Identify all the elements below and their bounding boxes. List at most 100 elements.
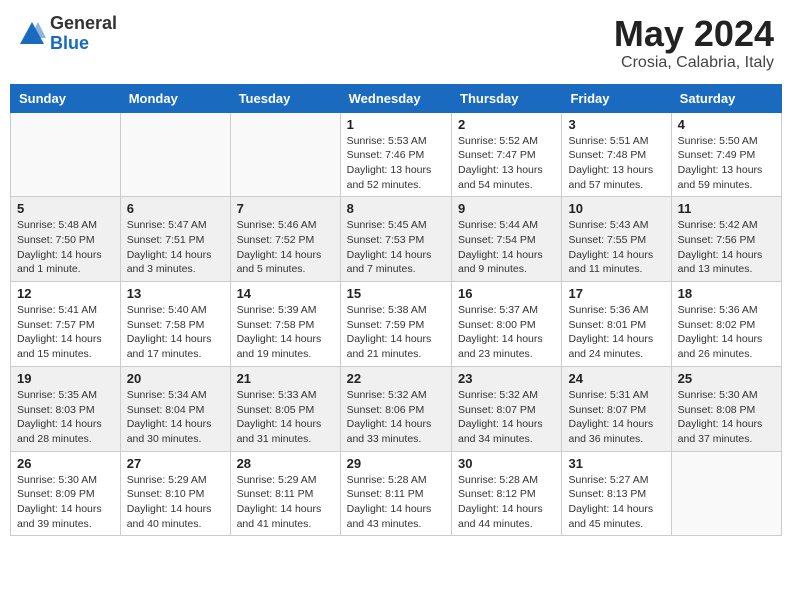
calendar-week-5: 26 Sunrise: 5:30 AMSunset: 8:09 PMDayligh… [11, 451, 782, 536]
calendar-cell: 26 Sunrise: 5:30 AMSunset: 8:09 PMDayligh… [11, 451, 121, 536]
location-subtitle: Crosia, Calabria, Italy [614, 54, 774, 72]
day-number: 18 [678, 286, 775, 301]
logo-text: General Blue [50, 14, 117, 54]
calendar-cell [671, 451, 781, 536]
header-day-friday: Friday [562, 84, 671, 112]
calendar-cell: 10 Sunrise: 5:43 AMSunset: 7:55 PMDayligh… [562, 197, 671, 282]
logo-blue-text: Blue [50, 34, 117, 54]
day-info: Sunrise: 5:48 AMSunset: 7:50 PMDaylight:… [17, 218, 114, 277]
header-day-thursday: Thursday [452, 84, 562, 112]
day-info: Sunrise: 5:32 AMSunset: 8:07 PMDaylight:… [458, 388, 555, 447]
calendar-cell: 28Sunrise: 5:29 AMSunset: 8:11 PMDayligh… [230, 451, 340, 536]
calendar-cell: 31 Sunrise: 5:27 AMSunset: 8:13 PMDayligh… [562, 451, 671, 536]
day-number: 26 [17, 456, 114, 471]
day-number: 8 [347, 201, 445, 216]
logo-general-text: General [50, 14, 117, 34]
day-number: 30 [458, 456, 555, 471]
day-number: 25 [678, 371, 775, 386]
day-info: Sunrise: 5:52 AMSunset: 7:47 PMDaylight:… [458, 134, 555, 193]
month-title: May 2024 [614, 14, 774, 54]
day-number: 20 [127, 371, 224, 386]
day-info: Sunrise: 5:36 AMSunset: 8:01 PMDaylight:… [568, 303, 664, 362]
day-info: Sunrise: 5:51 AMSunset: 7:48 PMDaylight:… [568, 134, 664, 193]
day-info: Sunrise: 5:41 AMSunset: 7:57 PMDaylight:… [17, 303, 114, 362]
calendar-cell: 9 Sunrise: 5:44 AMSunset: 7:54 PMDaylight… [452, 197, 562, 282]
title-section: May 2024 Crosia, Calabria, Italy [614, 14, 774, 72]
day-number: 22 [347, 371, 445, 386]
day-info: Sunrise: 5:34 AMSunset: 8:04 PMDaylight:… [127, 388, 224, 447]
day-number: 11 [678, 201, 775, 216]
day-info: Sunrise: 5:47 AMSunset: 7:51 PMDaylight:… [127, 218, 224, 277]
day-number: 31 [568, 456, 664, 471]
calendar-cell: 29 Sunrise: 5:28 AMSunset: 8:11 PMDayligh… [340, 451, 451, 536]
day-number: 7 [237, 201, 334, 216]
day-info: Sunrise: 5:42 AMSunset: 7:56 PMDaylight:… [678, 218, 775, 277]
day-number: 5 [17, 201, 114, 216]
calendar-cell: 2Sunrise: 5:52 AMSunset: 7:47 PMDaylight… [452, 112, 562, 197]
calendar-body: 1 Sunrise: 5:53 AMSunset: 7:46 PMDaylight… [11, 112, 782, 536]
day-info: Sunrise: 5:39 AMSunset: 7:58 PMDaylight:… [237, 303, 334, 362]
day-info: Sunrise: 5:36 AMSunset: 8:02 PMDaylight:… [678, 303, 775, 362]
calendar-cell: 25 Sunrise: 5:30 AMSunset: 8:08 PMDayligh… [671, 366, 781, 451]
day-info: Sunrise: 5:28 AMSunset: 8:11 PMDaylight:… [347, 473, 445, 532]
day-number: 9 [458, 201, 555, 216]
header-day-sunday: Sunday [11, 84, 121, 112]
day-number: 16 [458, 286, 555, 301]
day-info: Sunrise: 5:50 AMSunset: 7:49 PMDaylight:… [678, 134, 775, 193]
day-number: 19 [17, 371, 114, 386]
calendar-cell: 20 Sunrise: 5:34 AMSunset: 8:04 PMDayligh… [120, 366, 230, 451]
calendar-week-3: 12Sunrise: 5:41 AMSunset: 7:57 PMDayligh… [11, 282, 782, 367]
header-row: SundayMondayTuesdayWednesdayThursdayFrid… [11, 84, 782, 112]
calendar-header: SundayMondayTuesdayWednesdayThursdayFrid… [11, 84, 782, 112]
day-number: 21 [237, 371, 334, 386]
day-info: Sunrise: 5:33 AMSunset: 8:05 PMDaylight:… [237, 388, 334, 447]
day-number: 14 [237, 286, 334, 301]
calendar-cell: 8Sunrise: 5:45 AMSunset: 7:53 PMDaylight… [340, 197, 451, 282]
calendar-cell: 12Sunrise: 5:41 AMSunset: 7:57 PMDayligh… [11, 282, 121, 367]
header-day-wednesday: Wednesday [340, 84, 451, 112]
calendar-cell: 23 Sunrise: 5:32 AMSunset: 8:07 PMDayligh… [452, 366, 562, 451]
calendar-cell: 3 Sunrise: 5:51 AMSunset: 7:48 PMDaylight… [562, 112, 671, 197]
day-info: Sunrise: 5:28 AMSunset: 8:12 PMDaylight:… [458, 473, 555, 532]
day-info: Sunrise: 5:30 AMSunset: 8:09 PMDaylight:… [17, 473, 114, 532]
day-info: Sunrise: 5:37 AMSunset: 8:00 PMDaylight:… [458, 303, 555, 362]
day-number: 3 [568, 117, 664, 132]
header-day-monday: Monday [120, 84, 230, 112]
calendar-week-2: 5 Sunrise: 5:48 AMSunset: 7:50 PMDaylight… [11, 197, 782, 282]
calendar-cell: 19 Sunrise: 5:35 AMSunset: 8:03 PMDayligh… [11, 366, 121, 451]
calendar-cell: 24Sunrise: 5:31 AMSunset: 8:07 PMDayligh… [562, 366, 671, 451]
day-info: Sunrise: 5:31 AMSunset: 8:07 PMDaylight:… [568, 388, 664, 447]
calendar-cell: 18 Sunrise: 5:36 AMSunset: 8:02 PMDayligh… [671, 282, 781, 367]
day-number: 28 [237, 456, 334, 471]
calendar-week-1: 1 Sunrise: 5:53 AMSunset: 7:46 PMDaylight… [11, 112, 782, 197]
day-info: Sunrise: 5:44 AMSunset: 7:54 PMDaylight:… [458, 218, 555, 277]
day-number: 10 [568, 201, 664, 216]
calendar-cell: 6Sunrise: 5:47 AMSunset: 7:51 PMDaylight… [120, 197, 230, 282]
calendar-cell: 7Sunrise: 5:46 AMSunset: 7:52 PMDaylight… [230, 197, 340, 282]
calendar-cell: 14 Sunrise: 5:39 AMSunset: 7:58 PMDayligh… [230, 282, 340, 367]
day-number: 1 [347, 117, 445, 132]
calendar-cell: 4Sunrise: 5:50 AMSunset: 7:49 PMDaylight… [671, 112, 781, 197]
logo: General Blue [18, 14, 117, 54]
day-info: Sunrise: 5:53 AMSunset: 7:46 PMDaylight:… [347, 134, 445, 193]
day-info: Sunrise: 5:30 AMSunset: 8:08 PMDaylight:… [678, 388, 775, 447]
header-day-tuesday: Tuesday [230, 84, 340, 112]
header-day-saturday: Saturday [671, 84, 781, 112]
day-info: Sunrise: 5:29 AMSunset: 8:10 PMDaylight:… [127, 473, 224, 532]
day-info: Sunrise: 5:43 AMSunset: 7:55 PMDaylight:… [568, 218, 664, 277]
day-number: 13 [127, 286, 224, 301]
calendar-cell: 11 Sunrise: 5:42 AMSunset: 7:56 PMDayligh… [671, 197, 781, 282]
calendar-cell: 30 Sunrise: 5:28 AMSunset: 8:12 PMDayligh… [452, 451, 562, 536]
calendar-cell [230, 112, 340, 197]
day-info: Sunrise: 5:35 AMSunset: 8:03 PMDaylight:… [17, 388, 114, 447]
day-info: Sunrise: 5:38 AMSunset: 7:59 PMDaylight:… [347, 303, 445, 362]
day-info: Sunrise: 5:27 AMSunset: 8:13 PMDaylight:… [568, 473, 664, 532]
calendar-cell: 5 Sunrise: 5:48 AMSunset: 7:50 PMDaylight… [11, 197, 121, 282]
day-info: Sunrise: 5:40 AMSunset: 7:58 PMDaylight:… [127, 303, 224, 362]
calendar-cell [11, 112, 121, 197]
day-number: 29 [347, 456, 445, 471]
calendar-cell: 22Sunrise: 5:32 AMSunset: 8:06 PMDayligh… [340, 366, 451, 451]
calendar-cell: 27Sunrise: 5:29 AMSunset: 8:10 PMDayligh… [120, 451, 230, 536]
day-number: 23 [458, 371, 555, 386]
day-number: 17 [568, 286, 664, 301]
